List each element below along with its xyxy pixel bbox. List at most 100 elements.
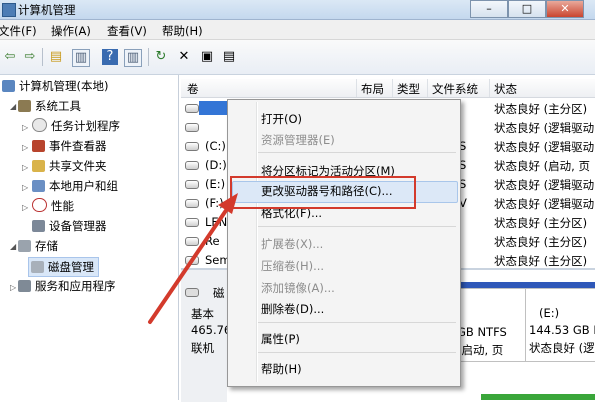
computer-icon (2, 80, 15, 92)
context-menu-item[interactable]: 打开(O) (261, 111, 302, 127)
volume-status: 状态良好 (主分区) (494, 102, 588, 116)
col-volume[interactable]: 卷 (187, 81, 199, 97)
disk-type: 基本 (191, 307, 214, 321)
volume-status: 状态良好 (启动, 页 (494, 159, 590, 173)
refresh-icon[interactable]: ↻ (153, 49, 169, 65)
volume-status: 状态良好 (主分区) (494, 216, 588, 230)
volume-icon (185, 123, 199, 132)
window-title: 计算机管理 (18, 3, 76, 17)
up-folder-icon[interactable]: ▤ (48, 49, 64, 65)
menu-separator (258, 352, 456, 353)
menu-separator (258, 226, 456, 227)
properties-icon[interactable]: ▣ (199, 49, 215, 65)
partition-d-status: (启动, 页 (457, 343, 504, 357)
context-menu-item: 添加镜像(A)... (261, 281, 335, 295)
volume-name: LEN (205, 215, 228, 229)
col-filesystem[interactable]: 文件系统 (432, 81, 478, 97)
performance-icon (32, 198, 47, 212)
action-pane-icon[interactable]: ▥ (124, 49, 142, 67)
tree-local-users[interactable]: 本地用户和组 (32, 177, 118, 195)
show-hide-tree-icon[interactable]: ▥ (72, 49, 90, 67)
expand-triangle-icon[interactable]: ▷ (22, 183, 28, 192)
tree-task-scheduler[interactable]: 任务计划程序 (32, 117, 120, 135)
context-menu-item[interactable]: 帮助(H) (261, 361, 302, 377)
disk-icon (185, 288, 199, 297)
menu-action[interactable]: 操作(A) (51, 23, 91, 39)
storage-icon (18, 240, 31, 252)
tree-performance[interactable]: 性能 (32, 197, 74, 215)
volume-status: 状态良好 (逻辑驱动 (494, 197, 595, 211)
volume-name: (D:) (205, 158, 227, 172)
disk-size: 465.76 (191, 323, 232, 337)
menu-bar: 文件(F) 操作(A) 查看(V) 帮助(H) (0, 20, 595, 40)
expand-triangle-icon[interactable]: ▷ (10, 283, 16, 292)
volume-name: (F:) (205, 196, 224, 210)
disk-management-icon (31, 261, 44, 273)
volume-icon (185, 237, 199, 246)
forward-icon[interactable]: ⇨ (22, 49, 38, 65)
volume-name: (C:) (205, 139, 226, 153)
tree-device-manager[interactable]: 设备管理器 (32, 217, 107, 235)
volume-status: 状态良好 (主分区) (494, 254, 588, 268)
tree-disk-management[interactable]: 磁盘管理 (28, 257, 99, 277)
partition-e-info: 144.53 GB NTFS (529, 323, 595, 337)
menu-help[interactable]: 帮助(H) (162, 23, 203, 39)
volume-icon (185, 104, 199, 113)
tree-event-viewer[interactable]: 事件查看器 (32, 137, 107, 155)
menu-separator (258, 152, 456, 153)
context-menu-item: 扩展卷(X)... (261, 237, 324, 251)
expand-triangle-icon[interactable]: ▷ (22, 143, 28, 152)
tree-services-apps[interactable]: 服务和应用程序 (18, 277, 116, 295)
volume-status: 状态良好 (主分区) (494, 235, 588, 249)
back-icon[interactable]: ⇦ (2, 49, 18, 65)
collapse-triangle-icon[interactable]: ◢ (10, 242, 16, 251)
navigation-tree: 计算机管理(本地) ◢ 系统工具 ▷ 任务计划程序 ▷ 事件查看器 ▷ 共享文件… (0, 75, 179, 400)
minimize-button[interactable]: – (470, 0, 508, 18)
tree-root[interactable]: 计算机管理(本地) (2, 77, 108, 95)
partition-d-info: GB NTFS (457, 325, 507, 339)
volume-icon (185, 199, 199, 208)
volume-icon (185, 218, 199, 227)
volume-name: (E:) (205, 177, 226, 191)
expand-triangle-icon[interactable]: ▷ (22, 123, 28, 132)
volume-icon (185, 180, 199, 189)
clock-icon (32, 118, 47, 132)
volume-status: 状态良好 (逻辑驱动 (494, 140, 595, 154)
title-bar: 计算机管理 – □ ✕ (0, 0, 595, 20)
list-header: 卷 布局 类型 文件系统 状态 (181, 79, 595, 98)
partition-e-status: 状态良好 (逻 (529, 341, 595, 355)
export-list-icon[interactable]: ▤ (221, 49, 237, 65)
toolbar: ⇦ ⇨ ▤ ▥ ? ▥ ↻ ✕ ▣ ▤ (0, 40, 595, 75)
volume-status: 状态良好 (逻辑驱动 (494, 121, 595, 135)
shared-folder-icon (32, 160, 45, 172)
expand-triangle-icon[interactable]: ▷ (22, 203, 28, 212)
tree-system-tools[interactable]: 系统工具 (18, 97, 81, 115)
expand-triangle-icon[interactable]: ▷ (22, 163, 28, 172)
menu-file[interactable]: 文件(F) (0, 23, 37, 39)
volume-icon (185, 256, 199, 265)
menu-separator (258, 322, 456, 323)
volume-name: Re (205, 234, 220, 248)
services-icon (18, 280, 31, 292)
collapse-triangle-icon[interactable]: ◢ (10, 102, 16, 111)
event-viewer-icon (32, 140, 45, 152)
tree-shared-folders[interactable]: 共享文件夹 (32, 157, 107, 175)
volume-icon (185, 161, 199, 170)
delete-icon[interactable]: ✕ (176, 49, 192, 65)
tree-storage[interactable]: 存储 (18, 237, 58, 255)
help-icon[interactable]: ? (102, 49, 118, 65)
close-button[interactable]: ✕ (546, 0, 584, 18)
col-status[interactable]: 状态 (494, 81, 517, 97)
disk-label: 磁 (213, 286, 225, 300)
menu-view[interactable]: 查看(V) (107, 23, 147, 39)
maximize-button[interactable]: □ (508, 0, 546, 18)
col-layout[interactable]: 布局 (361, 81, 384, 97)
computer-management-icon (2, 3, 16, 17)
context-menu-item[interactable]: 属性(P) (261, 331, 300, 347)
context-menu-item: 压缩卷(H)... (261, 259, 325, 273)
context-menu-item[interactable]: 删除卷(D)... (261, 301, 324, 317)
annotation-highlight-box (230, 176, 416, 209)
col-type[interactable]: 类型 (397, 81, 420, 97)
volume-icon (185, 142, 199, 151)
disk-online: 联机 (191, 341, 214, 355)
